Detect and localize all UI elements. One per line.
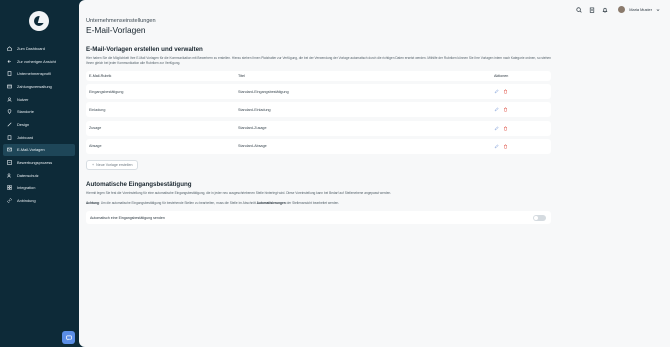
sidebar-item-label: E-Mail-Vorlagen: [17, 147, 45, 153]
table-row: Zusage Standard-Zusage: [86, 120, 551, 136]
chat-icon: [65, 335, 72, 341]
trash-icon[interactable]: [503, 89, 508, 94]
sidebar-item-label: Standorte: [17, 109, 34, 115]
cell-rubrik: Absage: [89, 144, 102, 149]
sidebar-item-label: Zur vorherigen Ansicht: [17, 58, 56, 64]
sidebar-item-label: Zahlungsverwaltung: [17, 83, 52, 89]
auto-section-description: Hiermit legen Sie fest die Voreinstellun…: [86, 191, 392, 195]
table-row: Absage Standard-Absage: [86, 138, 551, 154]
help-chat-button[interactable]: [62, 331, 75, 344]
sidebar-item-integration[interactable]: Integration: [0, 182, 78, 195]
trash-icon[interactable]: [503, 126, 508, 131]
row-actions: [491, 107, 541, 113]
table-row: Einladung Standard-Einladung: [86, 102, 551, 118]
sidebar-item-label: Anbindung: [17, 198, 36, 204]
cell-rubrik: Zusage: [89, 126, 102, 131]
automations-label: Automatisierungen: [256, 201, 286, 205]
sidebar-item-privacy[interactable]: Datenschutz: [0, 169, 78, 182]
auto-section-warning: Achtung: Um die automatische Eingangsbes…: [86, 201, 556, 206]
building-icon: [7, 71, 12, 77]
sidebar-item-dashboard[interactable]: Zum Dashboard: [0, 42, 78, 55]
sidebar-item-label: Jobboard: [17, 134, 34, 140]
grid-icon: [7, 185, 12, 191]
cell-title: Standard-Einladung: [238, 107, 271, 112]
flow-icon: [7, 160, 12, 165]
templates-section-title: E-Mail-Vorlagen erstellen und verwalten: [86, 46, 203, 53]
add-template-button[interactable]: + Neue Vorlage erstellen: [86, 160, 139, 170]
trash-icon[interactable]: [503, 107, 508, 113]
row-actions: [491, 144, 541, 149]
sidebar-item-label: Zum Dashboard: [17, 45, 45, 51]
chevron-down-icon: [656, 8, 660, 12]
avatar: [618, 6, 626, 13]
auto-confirmation-toggle[interactable]: [533, 214, 546, 221]
table-row: Eingangsbestätigung Standard-Eingangsbes…: [86, 84, 551, 99]
user-name: Maria Muster: [629, 7, 652, 12]
home-icon: [7, 46, 12, 51]
location-pin-icon: [7, 109, 12, 115]
edit-icon[interactable]: [494, 89, 499, 94]
main-content: Maria Muster Unternehmenseinstellungen E…: [79, 0, 670, 347]
sidebar-item-label: Datenschutz: [17, 172, 39, 178]
cell-rubrik: Eingangsbestätigung: [89, 89, 124, 94]
warning-label: Achtung: [86, 201, 99, 205]
column-header-title: Titel: [238, 74, 245, 78]
templates-table: E-Mail-Rubrik Titel Aktionen Eingangsbes…: [86, 71, 551, 157]
credit-card-icon: [7, 84, 12, 89]
bell-icon[interactable]: [602, 7, 608, 13]
sidebar-item-application-process[interactable]: Bewerbungsprozess: [0, 156, 78, 169]
cell-title: Standard-Absage: [238, 144, 267, 149]
warning-text-end: der Stellenansicht bearbeitet werden.: [285, 201, 340, 205]
toggle-label: Automatisch eine Eingangsbestätigung sen…: [90, 215, 165, 220]
auto-section-title: Automatische Eingangsbestätigung: [86, 181, 192, 188]
cell-title: Standard-Eingangsbestätigung: [238, 89, 289, 94]
sidebar-item-jobboard[interactable]: Jobboard: [0, 131, 78, 144]
sidebar-item-users[interactable]: Nutzer: [0, 93, 78, 106]
warning-text: : Um die automatische Eingangsbestätigun…: [98, 201, 257, 205]
user-menu[interactable]: Maria Muster: [618, 6, 660, 13]
topbar: Maria Muster: [576, 6, 660, 13]
sidebar-nav: Zum Dashboard Zur vorherigen Ansicht Unt…: [0, 42, 78, 207]
cell-rubrik: Einladung: [89, 107, 106, 112]
row-actions: [491, 89, 541, 94]
logo: [29, 11, 49, 31]
column-header-rubrik: E-Mail-Rubrik: [89, 74, 112, 78]
table-header: E-Mail-Rubrik Titel Aktionen: [86, 71, 551, 81]
edit-icon[interactable]: [494, 144, 499, 149]
edit-icon[interactable]: [494, 107, 499, 112]
clipboard-icon: [7, 135, 12, 140]
users-icon: [7, 97, 12, 102]
sidebar-item-payments[interactable]: Zahlungsverwaltung: [0, 80, 78, 93]
sidebar-item-label: Bewerbungsprozess: [17, 160, 53, 166]
mail-icon: [7, 147, 12, 152]
plus-icon: +: [92, 163, 95, 167]
add-template-label: Neue Vorlage erstellen: [96, 163, 133, 167]
templates-section-description: Hier haben Sie die Möglichkeit Ihre E-Ma…: [86, 56, 551, 65]
sidebar: Zum Dashboard Zur vorherigen Ansicht Unt…: [0, 0, 78, 347]
auto-confirmation-card: Automatisch eine Eingangsbestätigung sen…: [86, 211, 551, 224]
column-header-actions: Aktionen: [494, 74, 509, 78]
link-icon: [7, 198, 12, 203]
edit-icon[interactable]: [494, 126, 499, 131]
page-subtitle: Unternehmenseinstellungen: [86, 18, 156, 24]
sidebar-item-back[interactable]: Zur vorherigen Ansicht: [0, 55, 78, 68]
brush-icon: [7, 122, 12, 127]
arrow-left-icon: [7, 59, 12, 64]
sidebar-item-email-templates[interactable]: E-Mail-Vorlagen: [3, 143, 75, 157]
row-actions: [491, 126, 541, 131]
trash-icon[interactable]: [503, 144, 508, 149]
sidebar-item-label: Unternehmensprofil: [17, 71, 51, 77]
sidebar-item-connection[interactable]: Anbindung: [0, 194, 78, 207]
search-icon[interactable]: [576, 6, 582, 13]
sidebar-item-label: Design: [17, 121, 30, 127]
page-title: E-Mail-Vorlagen: [86, 25, 146, 35]
sidebar-item-label: Integration: [17, 185, 36, 191]
clipboard-icon[interactable]: [589, 7, 595, 13]
sidebar-item-locations[interactable]: Standorte: [0, 105, 78, 118]
user-shield-icon: [7, 173, 12, 178]
cell-title: Standard-Zusage: [238, 126, 267, 131]
sidebar-item-company-profile[interactable]: Unternehmensprofil: [0, 67, 78, 80]
sidebar-item-design[interactable]: Design: [0, 118, 78, 131]
sidebar-item-label: Nutzer: [17, 96, 29, 102]
